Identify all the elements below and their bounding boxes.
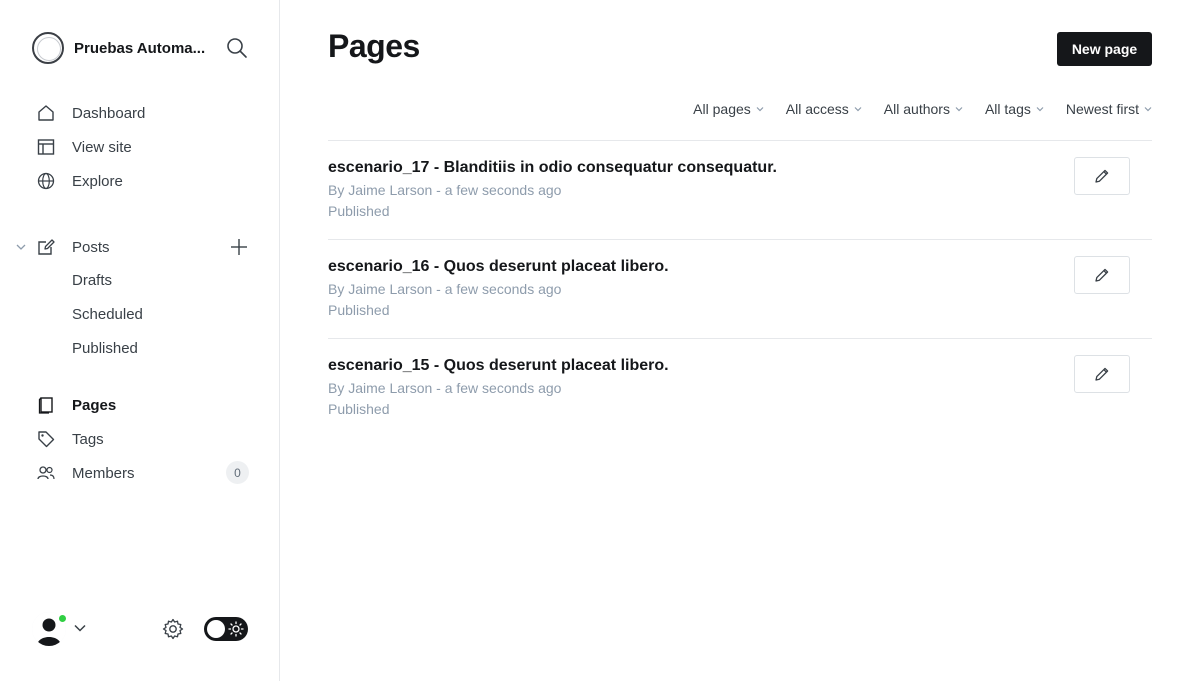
edit-page-button[interactable] bbox=[1074, 355, 1130, 393]
list-item[interactable]: escenario_15 - Quos deserunt placeat lib… bbox=[328, 338, 1152, 437]
filter-access-label: All access bbox=[785, 101, 849, 117]
sun-icon bbox=[228, 621, 244, 637]
filter-authors-label: All authors bbox=[883, 101, 950, 117]
site-brand[interactable]: Pruebas Automa... bbox=[32, 31, 210, 65]
chevron-down-icon bbox=[854, 107, 862, 112]
nav-view-site-label: View site bbox=[72, 138, 132, 156]
members-icon bbox=[36, 463, 56, 483]
filter-authors[interactable]: All authors bbox=[884, 101, 963, 117]
nav-posts-label: Posts bbox=[72, 238, 110, 256]
chevron-down-icon[interactable] bbox=[73, 621, 87, 635]
sidebar: Pruebas Automa... Dashboard View site Ex… bbox=[0, 0, 280, 681]
filter-tags-label: All tags bbox=[984, 101, 1031, 117]
new-page-button[interactable]: New page bbox=[1057, 32, 1152, 66]
filter-sort-label: Newest first bbox=[1065, 101, 1139, 117]
filter-sort[interactable]: Newest first bbox=[1066, 101, 1152, 117]
list-item[interactable]: escenario_17 - Blanditiis in odio conseq… bbox=[328, 140, 1152, 239]
edit-page-button[interactable] bbox=[1074, 157, 1130, 195]
edit-page-button[interactable] bbox=[1074, 256, 1130, 294]
nav-drafts[interactable]: Drafts bbox=[72, 272, 112, 289]
search-icon[interactable] bbox=[226, 37, 248, 59]
nav-pages[interactable]: Pages bbox=[36, 393, 116, 417]
nav-view-site[interactable]: View site bbox=[36, 135, 132, 159]
site-logo bbox=[32, 32, 64, 64]
chevron-down-icon bbox=[1144, 107, 1152, 112]
gear-icon[interactable] bbox=[161, 617, 185, 641]
pages-list: escenario_17 - Blanditiis in odio conseq… bbox=[328, 140, 1152, 437]
page-item-meta: By Jaime Larson - a few seconds ago bbox=[328, 182, 562, 198]
pencil-icon bbox=[1095, 169, 1109, 183]
pencil-icon bbox=[1095, 367, 1109, 381]
page-item-status: Published bbox=[328, 302, 390, 318]
nav-tags[interactable]: Tags bbox=[36, 427, 104, 451]
add-post-icon[interactable] bbox=[229, 237, 249, 257]
page-item-title[interactable]: escenario_16 - Quos deserunt placeat lib… bbox=[328, 258, 669, 276]
nav-members[interactable]: Members bbox=[36, 461, 135, 485]
chevron-down-icon bbox=[955, 107, 963, 112]
toggle-knob bbox=[207, 620, 225, 638]
nav-explore[interactable]: Explore bbox=[36, 169, 123, 193]
filter-type[interactable]: All pages bbox=[693, 101, 764, 117]
pages-icon bbox=[36, 395, 56, 415]
online-status-dot bbox=[57, 613, 68, 624]
posts-collapse-icon[interactable] bbox=[14, 240, 28, 254]
filter-tags[interactable]: All tags bbox=[985, 101, 1044, 117]
members-count-badge: 0 bbox=[226, 461, 249, 484]
nav-published[interactable]: Published bbox=[72, 340, 138, 357]
page-item-meta: By Jaime Larson - a few seconds ago bbox=[328, 281, 562, 297]
filter-access[interactable]: All access bbox=[786, 101, 862, 117]
page-item-meta: By Jaime Larson - a few seconds ago bbox=[328, 380, 562, 396]
home-icon bbox=[36, 103, 56, 123]
chevron-down-icon bbox=[756, 107, 764, 112]
nav-dashboard-label: Dashboard bbox=[72, 104, 146, 122]
filter-type-label: All pages bbox=[693, 101, 751, 117]
nav-pages-label: Pages bbox=[72, 396, 117, 414]
filter-bar: All pages All access All authors All tag… bbox=[693, 101, 1152, 117]
edit-post-icon bbox=[36, 237, 56, 257]
nav-tags-label: Tags bbox=[72, 430, 104, 448]
nav-scheduled[interactable]: Scheduled bbox=[72, 306, 143, 323]
page-item-status: Published bbox=[328, 203, 390, 219]
nav-explore-label: Explore bbox=[72, 172, 123, 190]
chevron-down-icon bbox=[1036, 107, 1044, 112]
layout-icon bbox=[36, 137, 56, 157]
tag-icon bbox=[36, 429, 56, 449]
site-name: Pruebas Automa... bbox=[74, 39, 206, 57]
nav-dashboard[interactable]: Dashboard bbox=[36, 101, 145, 125]
pencil-icon bbox=[1095, 268, 1109, 282]
page-item-status: Published bbox=[328, 401, 390, 417]
list-item[interactable]: escenario_16 - Quos deserunt placeat lib… bbox=[328, 239, 1152, 338]
nav-members-label: Members bbox=[72, 464, 135, 482]
nav-posts[interactable]: Posts bbox=[36, 235, 110, 259]
page-item-title[interactable]: escenario_17 - Blanditiis in odio conseq… bbox=[328, 159, 777, 177]
dark-mode-toggle[interactable] bbox=[204, 617, 248, 641]
page-title: Pages bbox=[328, 28, 420, 64]
globe-icon bbox=[36, 171, 56, 191]
page-item-title[interactable]: escenario_15 - Quos deserunt placeat lib… bbox=[328, 357, 669, 375]
